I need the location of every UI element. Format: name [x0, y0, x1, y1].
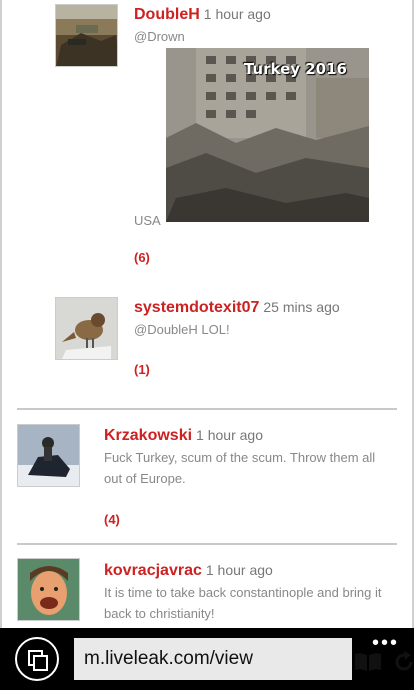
left-rail: [0, 0, 2, 628]
comment-time: 1 hour ago: [205, 562, 273, 578]
comment-text: Fuck Turkey, scum of the scum. Throw the…: [104, 450, 376, 486]
browser-toolbar: m.liveleak.com/view •••: [0, 628, 414, 690]
tabs-icon[interactable]: [15, 637, 59, 681]
comment-text: @Drown: [134, 29, 185, 44]
comment-time: 1 hour ago: [203, 6, 271, 22]
comment-location: USA: [134, 213, 161, 228]
comment-text: @DoubleH LOL!: [134, 322, 230, 337]
address-bar[interactable]: m.liveleak.com/view: [74, 638, 413, 680]
comments-page: DoubleH 1 hour ago @Drown USA Turkey 201…: [0, 0, 414, 628]
reading-view-icon[interactable]: [354, 652, 382, 677]
avatar-krzakowski[interactable]: [17, 424, 80, 487]
comment-image[interactable]: Turkey 2016: [166, 48, 369, 222]
reply-count[interactable]: (1): [134, 362, 150, 377]
comment-username[interactable]: kovracjavrac: [104, 562, 202, 579]
reply-count[interactable]: (4): [104, 512, 120, 527]
comment-username[interactable]: DoubleH: [134, 6, 200, 23]
comment-username[interactable]: systemdotexit07: [134, 299, 259, 316]
reply-count[interactable]: (6): [134, 250, 150, 265]
comment-username[interactable]: Krzakowski: [104, 427, 192, 444]
url-text: m.liveleak.com/view: [84, 648, 253, 669]
comment-time: 1 hour ago: [196, 427, 263, 443]
comment-time: 25 mins ago: [263, 299, 340, 315]
comment-divider: [17, 543, 397, 545]
avatar-systemdotexit07[interactable]: [55, 297, 118, 360]
comment-text: It is time to take back constantinople a…: [104, 585, 382, 621]
image-caption: Turkey 2016: [243, 60, 347, 78]
comment-divider: [17, 408, 397, 410]
avatar-doubleh[interactable]: [55, 4, 118, 67]
avatar-kovracjavrac[interactable]: [17, 558, 80, 621]
more-dots-icon[interactable]: •••: [372, 632, 399, 655]
